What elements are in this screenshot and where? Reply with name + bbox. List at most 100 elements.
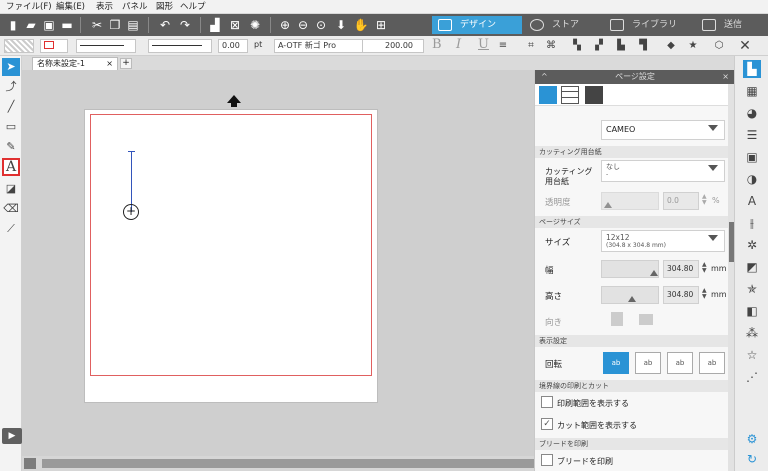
cut-icon[interactable]: ✂	[88, 16, 106, 34]
sketch-icon[interactable]: ⁂	[743, 324, 761, 342]
zoom-fit-icon[interactable]: ⊙	[312, 16, 330, 34]
ungroup-icon[interactable]: ⌘	[544, 39, 558, 53]
page-setup-icon[interactable]: ▙	[743, 60, 761, 78]
pen-tool-icon[interactable]: ✎	[2, 138, 20, 156]
image-icon[interactable]: ▦	[743, 82, 761, 100]
bring-front-icon[interactable]: ▟	[206, 16, 224, 34]
print-bleed-checkbox[interactable]	[541, 454, 553, 466]
text-style-icon[interactable]: A	[743, 192, 761, 210]
tab-send[interactable]: 送信	[696, 16, 766, 34]
portrait-icon[interactable]	[611, 312, 623, 326]
open-file-icon[interactable]: ▰	[22, 16, 40, 34]
transparency-input[interactable]: 0.0	[663, 192, 699, 210]
line-style-select[interactable]	[76, 39, 136, 53]
align-icon[interactable]: ⫲	[743, 214, 761, 232]
menu-help[interactable]: ヘルプ	[180, 1, 206, 13]
line-style-icon[interactable]: ☰	[743, 126, 761, 144]
fill-pattern-select[interactable]	[4, 39, 34, 53]
transparency-icon[interactable]: ◑	[743, 170, 761, 188]
landscape-icon[interactable]	[639, 314, 653, 325]
text-align-icon[interactable]: ≡	[496, 39, 510, 53]
height-slider[interactable]	[601, 286, 659, 304]
flyout-toggle-icon[interactable]: ▶	[2, 428, 22, 444]
rotate-0-button[interactable]: ab	[603, 352, 629, 374]
line-tool-icon[interactable]: ╱	[2, 98, 20, 116]
add-tab-button[interactable]: +	[120, 58, 132, 69]
offset-icon[interactable]: ▣	[743, 148, 761, 166]
width-spinner-icon[interactable]: ▲ ▼	[702, 262, 707, 274]
font-size-input[interactable]: 200.00	[362, 39, 424, 53]
design-page[interactable]: +	[85, 110, 377, 402]
fill-tool-icon[interactable]: ◪	[2, 180, 20, 198]
page-tab-icon[interactable]	[539, 86, 557, 104]
width-slider[interactable]	[601, 260, 659, 278]
line-weight-select[interactable]	[148, 39, 212, 53]
rotate-270-button[interactable]: ab	[699, 352, 725, 374]
panel-close-icon[interactable]: ×	[722, 70, 729, 84]
tab-design[interactable]: デザイン	[432, 16, 522, 34]
menu-view[interactable]: 表示	[96, 1, 113, 13]
fit-page-icon[interactable]: ⊞	[372, 16, 390, 34]
line-color-select[interactable]	[40, 39, 68, 53]
edit-points-icon[interactable]: ⤴	[2, 78, 20, 96]
replicate-icon[interactable]: ✲	[743, 236, 761, 254]
grid-tab-icon[interactable]	[561, 86, 579, 104]
slider-knob[interactable]	[604, 202, 612, 208]
document-tab[interactable]: 名称未設定-1 ×	[32, 57, 118, 70]
text-tool-icon[interactable]: A	[2, 158, 20, 176]
star-icon[interactable]: ☆	[743, 346, 761, 364]
underline-button[interactable]: U	[478, 37, 489, 52]
save-icon[interactable]: ▣	[40, 16, 58, 34]
size-select[interactable]: 12x12 (304.8 x 304.8 mm)	[601, 230, 725, 252]
select-all-icon[interactable]: ✺	[246, 16, 264, 34]
delete-icon[interactable]: ⊠	[226, 16, 244, 34]
slider-knob[interactable]	[628, 296, 636, 302]
copy-icon[interactable]: ❐	[106, 16, 124, 34]
refresh-icon[interactable]: ↻	[743, 450, 761, 468]
transparency-spinner-icon[interactable]: ▲ ▼	[702, 194, 707, 206]
undo-icon[interactable]: ↶	[156, 16, 174, 34]
settings-gear-icon[interactable]: ⚙	[743, 430, 761, 448]
star-icon[interactable]: ★	[686, 39, 700, 53]
zoom-out-icon[interactable]: ⊖	[294, 16, 312, 34]
machine-select[interactable]: CAMEO	[601, 120, 725, 140]
eraser-tool-icon[interactable]: ⌫	[2, 200, 20, 218]
slider-knob[interactable]	[650, 270, 658, 276]
arrange-icon-1[interactable]: ▚	[570, 39, 584, 53]
cutting-mat-select[interactable]: なし -	[601, 160, 725, 182]
fill-color-icon[interactable]: ◕	[743, 104, 761, 122]
panel-collapse-icon[interactable]: ^	[541, 70, 548, 84]
height-spinner-icon[interactable]: ▲ ▼	[702, 288, 707, 300]
scatter-icon[interactable]: ⋰	[743, 368, 761, 386]
height-input[interactable]: 304.80	[663, 286, 699, 304]
menu-shape[interactable]: 図形	[156, 1, 173, 13]
rotate-90-button[interactable]: ab	[635, 352, 661, 374]
width-input[interactable]: 304.80	[663, 260, 699, 278]
print-icon[interactable]: ▬	[58, 16, 76, 34]
paint-bucket-icon[interactable]: ◆	[664, 39, 678, 53]
scroll-left-icon[interactable]	[24, 458, 36, 469]
pan-hand-icon[interactable]: ✋	[352, 16, 370, 34]
rectangle-tool-icon[interactable]: ▭	[2, 118, 20, 136]
library-star-icon[interactable]: ✯	[743, 280, 761, 298]
bold-button[interactable]: B	[432, 37, 442, 52]
show-cut-range-checkbox[interactable]: ✓	[541, 418, 553, 430]
rotate-180-button[interactable]: ab	[667, 352, 693, 374]
menu-file[interactable]: ファイル(F)	[6, 1, 52, 13]
knife-tool-icon[interactable]: ⟋	[2, 220, 20, 238]
menu-edit[interactable]: 編集(E)	[56, 1, 85, 13]
box-3d-icon[interactable]: ⬡	[712, 39, 726, 53]
background-tab-icon[interactable]	[585, 86, 603, 104]
trace-icon[interactable]: ◧	[743, 302, 761, 320]
arrange-icon-2[interactable]: ▞	[592, 39, 606, 53]
menu-panel[interactable]: パネル	[122, 1, 148, 13]
arrange-icon-4[interactable]: ▜	[636, 39, 650, 53]
document-tab-close-icon[interactable]: ×	[106, 58, 113, 70]
redo-icon[interactable]: ↷	[176, 16, 194, 34]
tab-library[interactable]: ライブラリ	[604, 16, 692, 34]
italic-button[interactable]: I	[456, 37, 461, 52]
group-icon[interactable]: ⌗	[524, 39, 538, 53]
show-print-range-checkbox[interactable]	[541, 396, 553, 408]
tab-store[interactable]: ストア	[524, 16, 602, 34]
transparency-slider[interactable]	[601, 192, 659, 210]
